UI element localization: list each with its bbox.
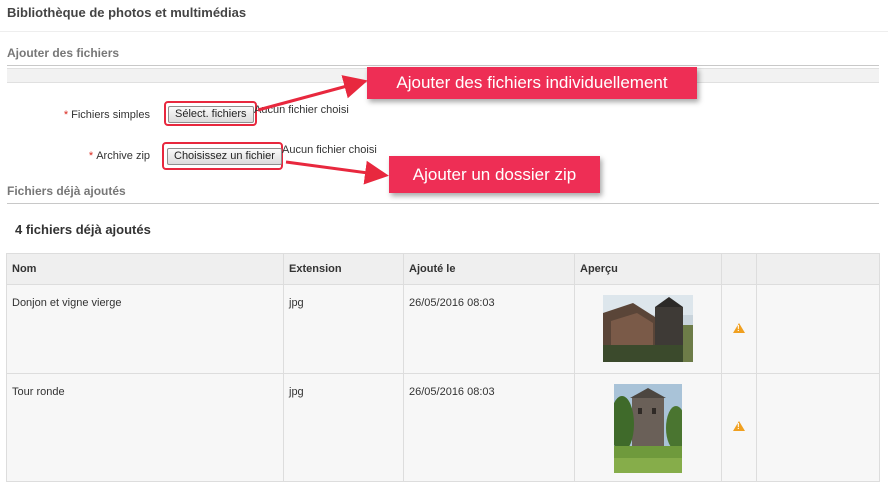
cell-extension: jpg	[283, 284, 404, 374]
title-divider	[0, 31, 888, 32]
cell-name: Tour ronde	[6, 373, 284, 482]
table-row[interactable]: Tour ronde jpg 26/05/2016 08:03	[6, 373, 880, 482]
simple-files-label: * Fichiers simples	[0, 109, 150, 121]
column-header-added[interactable]: Ajouté le	[403, 253, 575, 285]
warning-icon[interactable]	[733, 421, 745, 431]
cell-preview	[574, 373, 722, 482]
simple-files-label-text: Fichiers simples	[71, 109, 150, 121]
cell-added: 26/05/2016 08:03	[403, 284, 575, 374]
column-header-actions	[756, 253, 880, 285]
table-row[interactable]: Donjon et vigne vierge jpg 26/05/2016 08…	[6, 284, 880, 374]
choose-zip-button[interactable]: Choisissez un fichier	[167, 148, 282, 165]
zip-archive-status: Aucun fichier choisi	[282, 144, 377, 156]
zip-archive-label-text: Archive zip	[96, 150, 150, 162]
files-count-title: 4 fichiers déjà ajoutés	[15, 222, 151, 237]
page-title: Bibliothèque de photos et multimédias	[7, 5, 247, 20]
required-marker: *	[63, 109, 69, 121]
column-header-preview: Aperçu	[574, 253, 722, 285]
simple-files-status: Aucun fichier choisi	[254, 104, 349, 116]
column-header-extension[interactable]: Extension	[283, 253, 404, 285]
zip-archive-label: * Archive zip	[0, 150, 150, 162]
table-header-row: Nom Extension Ajouté le Aperçu	[6, 253, 880, 285]
photo-thumbnail[interactable]	[603, 295, 693, 362]
photo-thumbnail[interactable]	[614, 384, 682, 473]
cell-name: Donjon et vigne vierge	[6, 284, 284, 374]
callout-individual-files: Ajouter des fichiers individuellement	[367, 67, 697, 99]
required-marker: *	[88, 150, 94, 162]
cell-added: 26/05/2016 08:03	[403, 373, 575, 482]
warning-icon[interactable]	[733, 322, 745, 333]
cell-preview	[574, 284, 722, 374]
column-header-name[interactable]: Nom	[6, 253, 284, 285]
cell-status	[721, 284, 757, 374]
add-files-heading: Ajouter des fichiers	[7, 46, 120, 60]
callout-zip-folder: Ajouter un dossier zip	[389, 156, 600, 193]
cell-actions	[756, 284, 880, 374]
add-files-divider	[7, 65, 879, 66]
arrow-to-zip-callout	[285, 160, 389, 185]
cell-status	[721, 373, 757, 482]
existing-files-heading: Fichiers déjà ajoutés	[7, 184, 126, 198]
cell-actions	[756, 373, 880, 482]
existing-files-divider	[7, 203, 879, 204]
files-table: Nom Extension Ajouté le Aperçu Donjon et…	[6, 253, 880, 482]
select-files-button[interactable]: Sélect. fichiers	[168, 106, 254, 123]
column-header-status	[721, 253, 757, 285]
cell-extension: jpg	[283, 373, 404, 482]
